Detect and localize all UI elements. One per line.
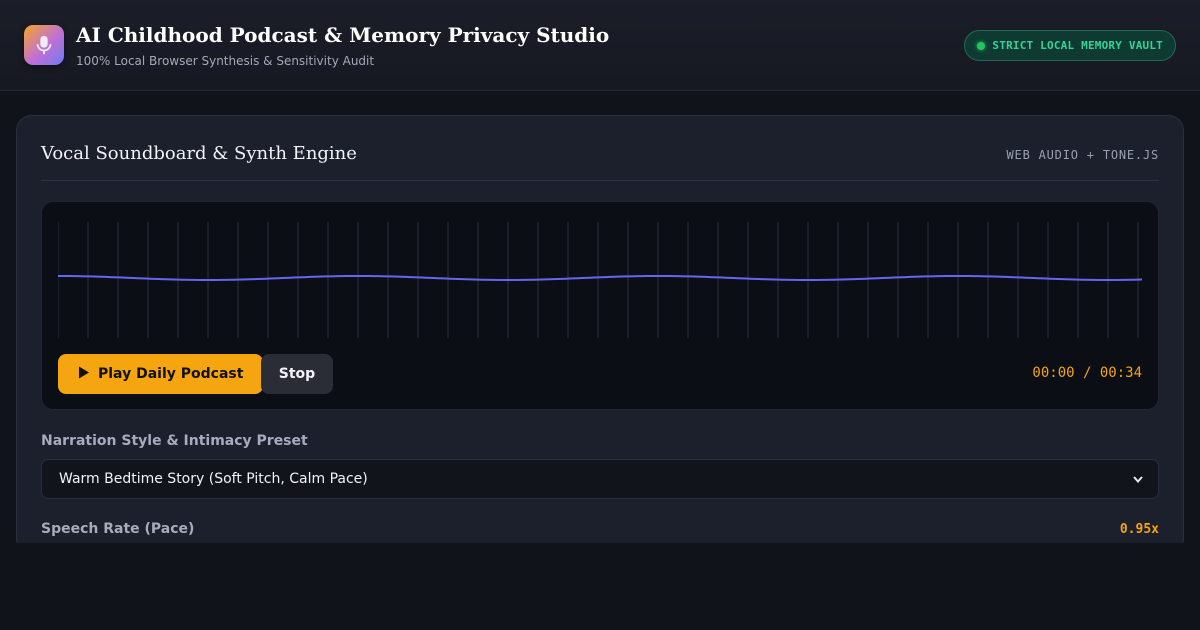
narration-style-select[interactable]: Warm Bedtime Story (Soft Pitch, Calm Pac…	[41, 459, 1159, 499]
app-title: AI Childhood Podcast & Memory Privacy St…	[76, 23, 610, 47]
stop-button[interactable]: Stop	[261, 354, 333, 394]
play-icon	[78, 366, 90, 383]
chevron-down-icon	[1132, 473, 1144, 485]
narration-style-value: Warm Bedtime Story (Soft Pitch, Calm Pac…	[59, 471, 368, 487]
speech-rate-value: 0.95x	[1119, 522, 1159, 537]
engine-label: WEB AUDIO + TONE.JS	[1006, 148, 1159, 162]
play-podcast-button[interactable]: Play Daily Podcast	[58, 354, 264, 394]
panel-title: Vocal Soundboard & Synth Engine	[41, 143, 357, 164]
panel-divider	[41, 180, 1159, 181]
audio-visualizer: Play Daily Podcast Stop 00:00 / 00:34	[41, 201, 1159, 410]
play-button-label: Play Daily Podcast	[98, 366, 244, 382]
status-dot-icon	[977, 41, 986, 50]
narration-style-label: Narration Style & Intimacy Preset	[41, 433, 308, 449]
soundboard-panel: Vocal Soundboard & Synth Engine WEB AUDI…	[16, 115, 1184, 555]
app-subtitle: 100% Local Browser Synthesis & Sensitivi…	[76, 54, 375, 68]
speech-rate-label: Speech Rate (Pace)	[41, 521, 195, 537]
microphone-icon	[24, 25, 64, 65]
waveform-display	[58, 222, 1142, 338]
vault-status-label: STRICT LOCAL MEMORY VAULT	[992, 39, 1163, 52]
playback-time: 00:00 / 00:34	[1032, 365, 1142, 381]
vault-status-badge: STRICT LOCAL MEMORY VAULT	[964, 30, 1176, 61]
waveform-line	[58, 274, 1142, 281]
viewport-fill	[0, 543, 1200, 630]
app-header: AI Childhood Podcast & Memory Privacy St…	[0, 0, 1200, 91]
